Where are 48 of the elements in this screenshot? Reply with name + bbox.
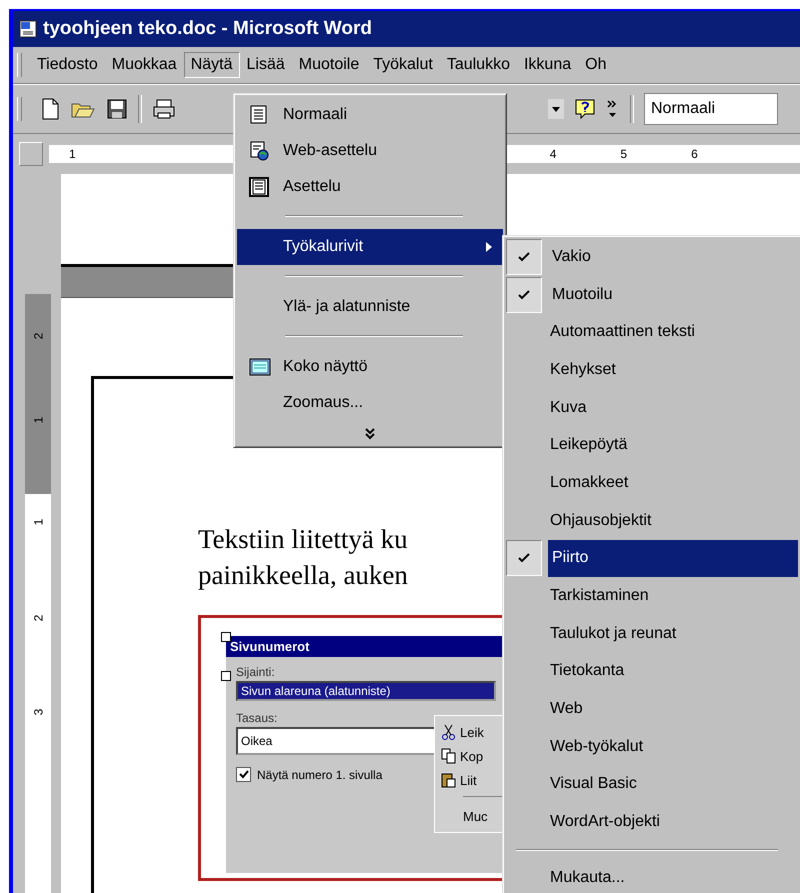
checkbox-label: Näytä numero 1. sivulla — [257, 768, 382, 782]
menu-item[interactable]: Muotoile — [292, 52, 366, 78]
menu-item[interactable]: Web — [546, 690, 798, 728]
menu-item[interactable]: Visual Basic — [546, 766, 798, 804]
menu-item[interactable]: Web-asettelu — [237, 133, 503, 169]
document-text: painikkeella, auken — [198, 559, 408, 592]
menu-item[interactable]: Piirto — [548, 540, 798, 578]
field-label: Sijainti: — [236, 665, 275, 679]
ruler-number: 3 — [31, 708, 45, 716]
menu-item[interactable]: WordArt-objekti — [546, 803, 798, 841]
ruler-number: 5 — [620, 147, 628, 161]
menu-item[interactable]: Muotoilu — [548, 276, 798, 314]
menu-item[interactable]: Mukauta... — [546, 859, 798, 893]
menu-item[interactable]: Ikkuna — [516, 52, 578, 78]
window-title: tyoohjeen teko.doc - Microsoft Word — [43, 18, 372, 40]
menu-item[interactable]: Muokkaa — [104, 52, 184, 78]
field-label: Tasaus: — [236, 711, 278, 725]
ruler-number: 2 — [31, 332, 45, 340]
menu-item[interactable]: Koko näyttö — [237, 349, 503, 385]
menu-item[interactable]: Lomakkeet — [546, 464, 798, 502]
menu-item[interactable]: Kehykset — [546, 351, 798, 389]
ruler-number: 1 — [31, 518, 45, 526]
menu-item[interactable]: Oh — [578, 52, 614, 78]
style-field[interactable]: Normaali — [644, 93, 778, 125]
menu-item[interactable]: Asettelu — [237, 169, 503, 205]
menu-item[interactable]: Taulukko — [440, 52, 517, 78]
menu-item[interactable]: Lisää — [240, 52, 292, 78]
menu-item[interactable]: Web-työkalut — [546, 728, 798, 766]
menu-item[interactable]: Normaali — [237, 97, 503, 133]
document-text: Tekstiin liitettyä ku — [198, 523, 408, 556]
menu-item[interactable]: Vakio — [548, 238, 798, 276]
ruler-number: 6 — [691, 147, 698, 161]
menu-item[interactable]: Tarkistaminen — [546, 577, 798, 615]
menu-item[interactable]: Ohjausobjektit — [546, 502, 798, 540]
ruler-number: 2 — [31, 614, 45, 622]
ruler-number: 1 — [69, 147, 76, 161]
ruler-number: 4 — [550, 147, 556, 161]
menu-item[interactable]: Kuva — [546, 388, 798, 426]
menu-item[interactable]: Leikepöytä — [546, 426, 798, 464]
menu-item[interactable]: Zoomaus... — [237, 385, 503, 421]
menu-item[interactable]: Tiedosto — [30, 52, 105, 78]
dropdown-field: Sivun alareuna (alatunniste) — [236, 681, 496, 701]
menu-item[interactable]: Ylä- ja alatunniste — [237, 289, 503, 325]
ruler-number: 1 — [31, 416, 45, 424]
menu-item[interactable]: Työkalurivit — [237, 229, 503, 265]
menu-item[interactable]: Automaattinen teksti — [546, 313, 798, 352]
menu-item[interactable]: Työkalut — [366, 52, 440, 78]
menu-item[interactable]: Näytä — [184, 52, 240, 78]
